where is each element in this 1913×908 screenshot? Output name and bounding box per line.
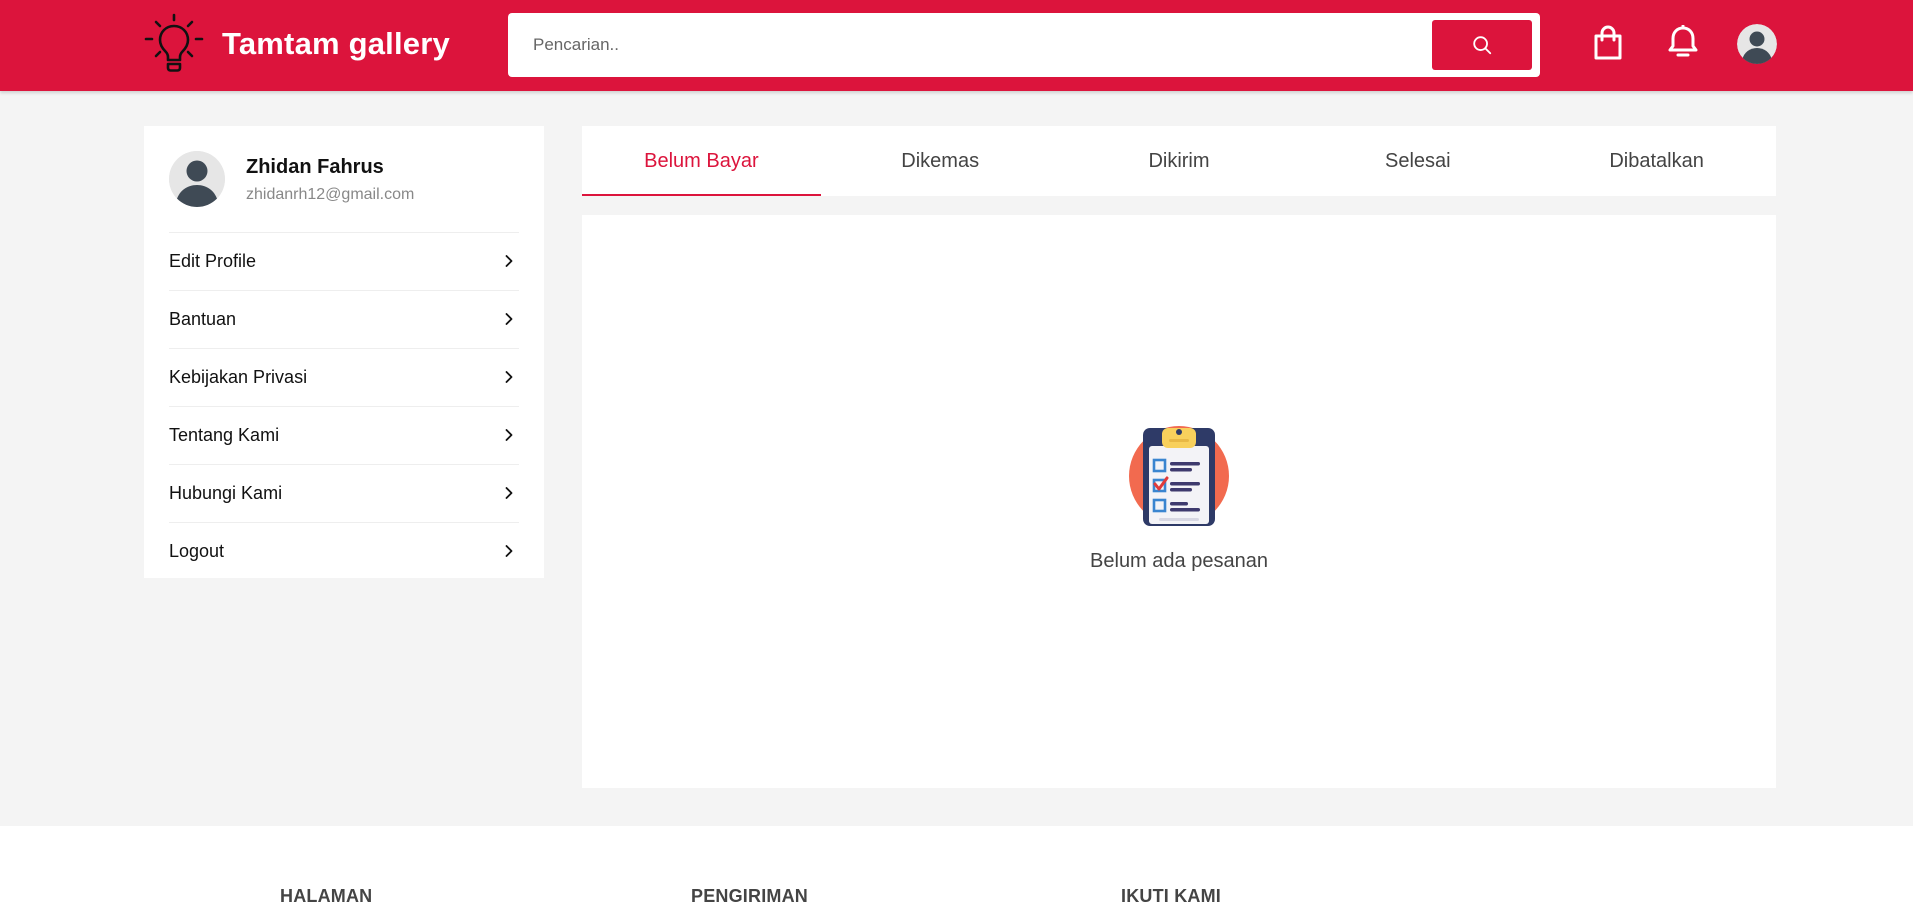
sidebar-item-label: Bantuan: [169, 309, 237, 329]
tab-selesai[interactable]: Selesai: [1298, 126, 1537, 196]
tab-belum-bayar[interactable]: Belum Bayar: [582, 126, 821, 196]
search-input[interactable]: [508, 13, 1428, 77]
chevron-right-icon: [505, 429, 513, 441]
search-bar: [508, 13, 1540, 77]
top-navbar: Tamtam gallery: [0, 0, 1913, 91]
brand[interactable]: Tamtam gallery: [142, 12, 450, 76]
user-avatar-icon: [1737, 24, 1777, 64]
shopping-bag-icon: [1594, 25, 1622, 60]
sidebar-item-bantuan[interactable]: Bantuan: [169, 290, 519, 348]
footer-heading-pengiriman: PENGIRIMAN: [691, 886, 809, 906]
account-avatar-button[interactable]: [1737, 24, 1777, 64]
lightbulb-icon: [144, 13, 204, 72]
notifications-button[interactable]: [1663, 22, 1703, 64]
footer-heading-ikuti-kami: IKUTI KAMI: [1121, 886, 1221, 906]
brand-name: Tamtam gallery: [222, 26, 450, 61]
search-icon: [1473, 36, 1492, 55]
sidebar-item-label: Kebijakan Privasi: [169, 367, 308, 387]
footer-heading-halaman: HALAMAN: [280, 886, 373, 906]
profile-summary: Zhidan Fahrus zhidanrh12@gmail.com: [169, 151, 519, 209]
sidebar-menu: Edit Profile Bantuan Kebijakan Privasi T…: [169, 232, 519, 580]
profile-sidebar: Zhidan Fahrus zhidanrh12@gmail.com Edit …: [144, 126, 544, 578]
sidebar-item-label: Edit Profile: [169, 251, 257, 271]
profile-email: zhidanrh12@gmail.com: [246, 186, 415, 203]
sidebar-item-label: Hubungi Kami: [169, 483, 283, 503]
footer: HALAMAN PENGIRIMAN IKUTI KAMI: [0, 826, 1913, 908]
clipboard-checklist-icon: [1129, 426, 1229, 526]
sidebar-item-logout[interactable]: Logout: [169, 522, 519, 580]
profile-name: Zhidan Fahrus: [246, 156, 384, 178]
cart-button[interactable]: [1588, 22, 1628, 64]
orders-panel: Belum ada pesanan: [582, 215, 1776, 788]
order-status-tabs: Belum Bayar Dikemas Dikirim Selesai Diba…: [582, 126, 1776, 196]
user-avatar-icon: [169, 151, 225, 207]
sidebar-item-edit-profile[interactable]: Edit Profile: [169, 232, 519, 290]
tab-dibatalkan[interactable]: Dibatalkan: [1537, 126, 1776, 196]
chevron-right-icon: [505, 313, 513, 325]
tab-dikemas[interactable]: Dikemas: [821, 126, 1060, 196]
chevron-right-icon: [505, 371, 513, 383]
sidebar-item-kebijakan-privasi[interactable]: Kebijakan Privasi: [169, 348, 519, 406]
bell-icon: [1668, 25, 1698, 57]
tab-dikirim[interactable]: Dikirim: [1060, 126, 1299, 196]
sidebar-item-label: Logout: [169, 541, 225, 561]
empty-orders-message: Belum ada pesanan: [1090, 550, 1268, 572]
chevron-right-icon: [505, 487, 513, 499]
sidebar-item-label: Tentang Kami: [169, 425, 280, 445]
chevron-right-icon: [505, 545, 513, 557]
avatar: [169, 151, 225, 207]
sidebar-item-tentang-kami[interactable]: Tentang Kami: [169, 406, 519, 464]
sidebar-item-hubungi-kami[interactable]: Hubungi Kami: [169, 464, 519, 522]
search-button[interactable]: [1432, 20, 1532, 70]
chevron-right-icon: [505, 255, 513, 267]
